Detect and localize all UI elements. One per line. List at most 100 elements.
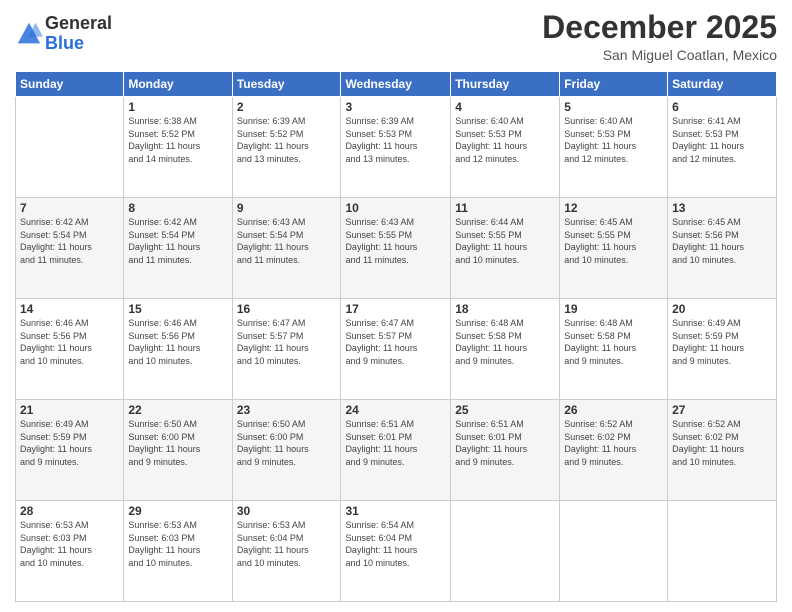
day-cell	[451, 501, 560, 602]
day-number: 3	[345, 100, 446, 114]
day-info: Sunrise: 6:44 AM Sunset: 5:55 PM Dayligh…	[455, 216, 555, 266]
day-info: Sunrise: 6:49 AM Sunset: 5:59 PM Dayligh…	[672, 317, 772, 367]
day-number: 19	[564, 302, 663, 316]
day-info: Sunrise: 6:52 AM Sunset: 6:02 PM Dayligh…	[672, 418, 772, 468]
day-cell: 31Sunrise: 6:54 AM Sunset: 6:04 PM Dayli…	[341, 501, 451, 602]
day-number: 12	[564, 201, 663, 215]
day-cell	[16, 97, 124, 198]
day-cell: 10Sunrise: 6:43 AM Sunset: 5:55 PM Dayli…	[341, 198, 451, 299]
day-cell: 13Sunrise: 6:45 AM Sunset: 5:56 PM Dayli…	[668, 198, 777, 299]
day-cell: 24Sunrise: 6:51 AM Sunset: 6:01 PM Dayli…	[341, 400, 451, 501]
day-cell: 9Sunrise: 6:43 AM Sunset: 5:54 PM Daylig…	[232, 198, 341, 299]
day-cell: 26Sunrise: 6:52 AM Sunset: 6:02 PM Dayli…	[560, 400, 668, 501]
day-info: Sunrise: 6:50 AM Sunset: 6:00 PM Dayligh…	[128, 418, 227, 468]
day-cell: 12Sunrise: 6:45 AM Sunset: 5:55 PM Dayli…	[560, 198, 668, 299]
day-info: Sunrise: 6:45 AM Sunset: 5:56 PM Dayligh…	[672, 216, 772, 266]
day-number: 1	[128, 100, 227, 114]
day-number: 6	[672, 100, 772, 114]
day-number: 20	[672, 302, 772, 316]
day-info: Sunrise: 6:53 AM Sunset: 6:03 PM Dayligh…	[128, 519, 227, 569]
logo-general: General	[45, 13, 112, 33]
day-info: Sunrise: 6:43 AM Sunset: 5:54 PM Dayligh…	[237, 216, 337, 266]
day-cell: 23Sunrise: 6:50 AM Sunset: 6:00 PM Dayli…	[232, 400, 341, 501]
week-row-1: 7 Sunrise: 6:42 AM Sunset: 5:54 PM Daylig…	[16, 198, 777, 299]
weekday-thursday: Thursday	[451, 72, 560, 97]
day-number: 30	[237, 504, 337, 518]
day-info: Sunrise: 6:53 AM Sunset: 6:03 PM Dayligh…	[20, 519, 119, 569]
day-cell: 14Sunrise: 6:46 AM Sunset: 5:56 PM Dayli…	[16, 299, 124, 400]
day-cell: 18Sunrise: 6:48 AM Sunset: 5:58 PM Dayli…	[451, 299, 560, 400]
day-cell	[560, 501, 668, 602]
day-cell: 6Sunrise: 6:41 AM Sunset: 5:53 PM Daylig…	[668, 97, 777, 198]
calendar-body: 1Sunrise: 6:38 AM Sunset: 5:52 PM Daylig…	[16, 97, 777, 602]
week-row-2: 14Sunrise: 6:46 AM Sunset: 5:56 PM Dayli…	[16, 299, 777, 400]
logo-icon	[15, 20, 43, 48]
day-number: 15	[128, 302, 227, 316]
day-cell: 3Sunrise: 6:39 AM Sunset: 5:53 PM Daylig…	[341, 97, 451, 198]
day-info: Sunrise: 6:46 AM Sunset: 5:56 PM Dayligh…	[128, 317, 227, 367]
day-number: 4	[455, 100, 555, 114]
day-info: Sunrise: 6:47 AM Sunset: 5:57 PM Dayligh…	[345, 317, 446, 367]
day-info: Sunrise: 6:47 AM Sunset: 5:57 PM Dayligh…	[237, 317, 337, 367]
day-number: 7	[20, 201, 119, 215]
day-cell: 7Sunrise: 6:42 AM Sunset: 5:54 PM Daylig…	[16, 198, 124, 299]
day-number: 2	[237, 100, 337, 114]
day-cell: 16Sunrise: 6:47 AM Sunset: 5:57 PM Dayli…	[232, 299, 341, 400]
day-number: 14	[20, 302, 119, 316]
day-info: Sunrise: 6:43 AM Sunset: 5:55 PM Dayligh…	[345, 216, 446, 266]
weekday-monday: Monday	[124, 72, 232, 97]
week-row-3: 21Sunrise: 6:49 AM Sunset: 5:59 PM Dayli…	[16, 400, 777, 501]
day-info: Sunrise: 6:40 AM Sunset: 5:53 PM Dayligh…	[564, 115, 663, 165]
day-number: 10	[345, 201, 446, 215]
day-number: 11	[455, 201, 555, 215]
day-number: 31	[345, 504, 446, 518]
day-number: 22	[128, 403, 227, 417]
day-info: Sunrise: 6:48 AM Sunset: 5:58 PM Dayligh…	[564, 317, 663, 367]
logo-blue: Blue	[45, 33, 84, 53]
day-info: Sunrise: 6:50 AM Sunset: 6:00 PM Dayligh…	[237, 418, 337, 468]
weekday-friday: Friday	[560, 72, 668, 97]
header: General Blue December 2025 San Miguel Co…	[15, 10, 777, 63]
day-cell: 4Sunrise: 6:40 AM Sunset: 5:53 PM Daylig…	[451, 97, 560, 198]
week-row-0: 1Sunrise: 6:38 AM Sunset: 5:52 PM Daylig…	[16, 97, 777, 198]
day-cell: 17Sunrise: 6:47 AM Sunset: 5:57 PM Dayli…	[341, 299, 451, 400]
day-cell: 1Sunrise: 6:38 AM Sunset: 5:52 PM Daylig…	[124, 97, 232, 198]
day-info: Sunrise: 6:53 AM Sunset: 6:04 PM Dayligh…	[237, 519, 337, 569]
logo: General Blue	[15, 14, 112, 54]
location-title: San Miguel Coatlan, Mexico	[542, 47, 777, 63]
day-number: 27	[672, 403, 772, 417]
weekday-sunday: Sunday	[16, 72, 124, 97]
day-info: Sunrise: 6:51 AM Sunset: 6:01 PM Dayligh…	[455, 418, 555, 468]
day-info: Sunrise: 6:54 AM Sunset: 6:04 PM Dayligh…	[345, 519, 446, 569]
weekday-header: SundayMondayTuesdayWednesdayThursdayFrid…	[16, 72, 777, 97]
weekday-tuesday: Tuesday	[232, 72, 341, 97]
day-info: Sunrise: 6:45 AM Sunset: 5:55 PM Dayligh…	[564, 216, 663, 266]
day-info: Sunrise: 6:42 AM Sunset: 5:54 PM Dayligh…	[128, 216, 227, 266]
day-info: Sunrise: 6:48 AM Sunset: 5:58 PM Dayligh…	[455, 317, 555, 367]
day-info: Sunrise: 6:40 AM Sunset: 5:53 PM Dayligh…	[455, 115, 555, 165]
day-number: 17	[345, 302, 446, 316]
day-cell: 29Sunrise: 6:53 AM Sunset: 6:03 PM Dayli…	[124, 501, 232, 602]
day-number: 18	[455, 302, 555, 316]
day-cell: 15Sunrise: 6:46 AM Sunset: 5:56 PM Dayli…	[124, 299, 232, 400]
weekday-wednesday: Wednesday	[341, 72, 451, 97]
day-info: Sunrise: 6:46 AM Sunset: 5:56 PM Dayligh…	[20, 317, 119, 367]
day-number: 26	[564, 403, 663, 417]
day-info: Sunrise: 6:52 AM Sunset: 6:02 PM Dayligh…	[564, 418, 663, 468]
day-cell: 19Sunrise: 6:48 AM Sunset: 5:58 PM Dayli…	[560, 299, 668, 400]
logo-text: General Blue	[45, 14, 112, 54]
day-info: Sunrise: 6:49 AM Sunset: 5:59 PM Dayligh…	[20, 418, 119, 468]
day-cell: 28Sunrise: 6:53 AM Sunset: 6:03 PM Dayli…	[16, 501, 124, 602]
day-cell: 11Sunrise: 6:44 AM Sunset: 5:55 PM Dayli…	[451, 198, 560, 299]
title-block: December 2025 San Miguel Coatlan, Mexico	[542, 10, 777, 63]
day-cell: 27Sunrise: 6:52 AM Sunset: 6:02 PM Dayli…	[668, 400, 777, 501]
day-cell: 25Sunrise: 6:51 AM Sunset: 6:01 PM Dayli…	[451, 400, 560, 501]
day-info: Sunrise: 6:39 AM Sunset: 5:52 PM Dayligh…	[237, 115, 337, 165]
day-cell: 21Sunrise: 6:49 AM Sunset: 5:59 PM Dayli…	[16, 400, 124, 501]
day-number: 13	[672, 201, 772, 215]
day-info: Sunrise: 6:51 AM Sunset: 6:01 PM Dayligh…	[345, 418, 446, 468]
day-cell: 20Sunrise: 6:49 AM Sunset: 5:59 PM Dayli…	[668, 299, 777, 400]
day-number: 24	[345, 403, 446, 417]
day-info: Sunrise: 6:41 AM Sunset: 5:53 PM Dayligh…	[672, 115, 772, 165]
page: General Blue December 2025 San Miguel Co…	[0, 0, 792, 612]
